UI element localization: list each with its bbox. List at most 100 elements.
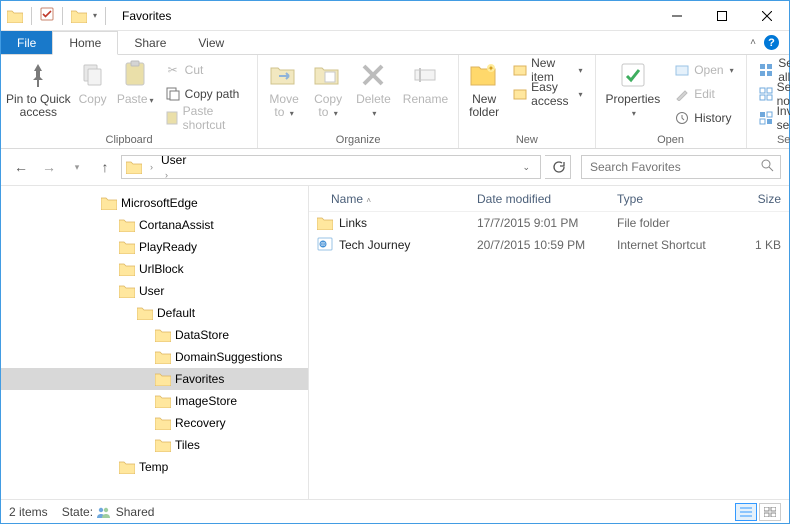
folder-icon xyxy=(155,328,171,342)
refresh-button[interactable] xyxy=(545,155,571,179)
tree-item[interactable]: Default xyxy=(1,302,308,324)
copy-path-button[interactable]: Copy path xyxy=(161,83,249,105)
folder-icon xyxy=(119,218,135,232)
tree-item[interactable]: MicrosoftEdge xyxy=(1,192,308,214)
ribbon-group-select: Select all Select none Invert selection … xyxy=(747,55,790,148)
column-size[interactable]: Size xyxy=(729,192,789,206)
easy-access-button[interactable]: Easy access▾ xyxy=(509,83,586,105)
folder-icon xyxy=(155,438,171,452)
up-button[interactable]: ↑ xyxy=(93,155,117,179)
tree-item[interactable]: Temp xyxy=(1,456,308,478)
select-all-icon xyxy=(759,62,775,78)
tree-item[interactable]: DomainSuggestions xyxy=(1,346,308,368)
tree-item[interactable]: Favorites xyxy=(1,368,308,390)
folder-icon xyxy=(101,196,117,210)
tree-item[interactable]: DataStore xyxy=(1,324,308,346)
shared-icon xyxy=(96,505,112,519)
ribbon-tabs: File Home Share View ˄ ? xyxy=(1,31,789,55)
search-icon xyxy=(761,159,774,175)
tree-item[interactable]: PlayReady xyxy=(1,236,308,258)
properties-button[interactable]: Properties▾ xyxy=(600,57,667,122)
new-item-button[interactable]: New item▾ xyxy=(509,59,586,81)
search-box[interactable] xyxy=(581,155,781,179)
select-none-icon xyxy=(759,86,773,102)
folder-icon xyxy=(155,372,171,386)
folder-icon xyxy=(155,350,171,364)
qat-properties-icon[interactable] xyxy=(40,7,54,24)
url-icon xyxy=(317,236,333,255)
select-none-button[interactable]: Select none xyxy=(755,83,790,105)
column-date[interactable]: Date modified xyxy=(469,192,609,206)
move-to-button[interactable]: Move to ▾ xyxy=(262,57,306,122)
scissors-icon: ✂ xyxy=(165,62,181,78)
tree-item-label: Favorites xyxy=(175,372,224,386)
column-type[interactable]: Type xyxy=(609,192,729,206)
column-name[interactable]: Name xyxy=(331,192,363,206)
select-all-button[interactable]: Select all xyxy=(755,59,790,81)
folder-icon xyxy=(7,9,23,23)
pin-to-quick-access-button[interactable]: Pin to Quick access xyxy=(5,57,72,121)
open-icon xyxy=(674,62,690,78)
tab-view[interactable]: View xyxy=(182,31,240,54)
address-dropdown-icon[interactable]: ⌄ xyxy=(516,162,536,173)
window-title: Favorites xyxy=(122,9,171,23)
cut-button[interactable]: ✂Cut xyxy=(161,59,249,81)
tab-home[interactable]: Home xyxy=(52,31,118,55)
tree-item-label: Tiles xyxy=(175,438,200,452)
file-list-pane: Name ˄ Date modified Type Size Links17/7… xyxy=(309,186,789,499)
copy-button[interactable]: Copy xyxy=(72,57,114,108)
details-view-button[interactable] xyxy=(735,503,757,521)
tree-item[interactable]: CortanaAssist xyxy=(1,214,308,236)
paste-button[interactable]: Paste▾ xyxy=(114,57,157,109)
quick-access-toolbar: ▾ Favorites xyxy=(1,7,171,25)
help-icon[interactable]: ? xyxy=(764,35,779,50)
tab-file[interactable]: File xyxy=(1,31,52,54)
maximize-button[interactable] xyxy=(699,1,744,30)
history-icon xyxy=(674,110,690,126)
rename-button[interactable]: Rename xyxy=(397,57,454,108)
tab-share[interactable]: Share xyxy=(118,31,182,54)
open-button[interactable]: Open▾ xyxy=(670,59,737,81)
file-row[interactable]: Links17/7/2015 9:01 PMFile folder xyxy=(309,212,789,234)
tree-item[interactable]: User xyxy=(1,280,308,302)
copy-to-button[interactable]: Copy to ▾ xyxy=(306,57,350,122)
minimize-button[interactable] xyxy=(654,1,699,30)
folder-icon xyxy=(126,160,142,174)
folder-icon xyxy=(155,416,171,430)
close-button[interactable] xyxy=(744,1,789,30)
qat-dropdown-icon[interactable]: ▾ xyxy=(93,11,97,20)
large-icons-view-button[interactable] xyxy=(759,503,781,521)
tree-item[interactable]: Tiles xyxy=(1,434,308,456)
address-bar[interactable]: › AC›MicrosoftEdge›User›Default›Favorite… xyxy=(121,155,541,179)
file-row[interactable]: Tech Journey20/7/2015 10:59 PMInternet S… xyxy=(309,234,789,256)
recent-locations-button[interactable]: ▾ xyxy=(65,155,89,179)
item-count: 2 items xyxy=(9,505,48,519)
folder-icon xyxy=(137,306,153,320)
forward-button[interactable]: → xyxy=(37,155,61,179)
invert-selection-button[interactable]: Invert selection xyxy=(755,107,790,129)
collapse-ribbon-icon[interactable]: ˄ xyxy=(750,37,756,48)
file-type: File folder xyxy=(609,216,729,230)
navigation-tree[interactable]: MicrosoftEdge CortanaAssistPlayReadyUrlBl… xyxy=(1,186,309,499)
tree-item[interactable]: UrlBlock xyxy=(1,258,308,280)
tree-item[interactable]: Recovery xyxy=(1,412,308,434)
paste-shortcut-button[interactable]: Paste shortcut xyxy=(161,107,249,129)
qat-newfolder-icon[interactable] xyxy=(71,9,87,23)
tree-item[interactable]: ImageStore xyxy=(1,390,308,412)
search-input[interactable] xyxy=(588,159,761,175)
back-button[interactable]: ← xyxy=(9,155,33,179)
tree-item-label: MicrosoftEdge xyxy=(121,196,198,210)
file-name: Tech Journey xyxy=(339,238,410,252)
edit-button[interactable]: Edit xyxy=(670,83,737,105)
chevron-right-icon[interactable]: › xyxy=(146,162,157,172)
ribbon: Pin to Quick access Copy Paste▾ ✂Cut Cop… xyxy=(1,55,789,149)
copy-path-icon xyxy=(165,86,181,102)
edit-icon xyxy=(674,86,690,102)
new-folder-button[interactable]: ✦ New folder xyxy=(463,57,505,121)
column-headers[interactable]: Name ˄ Date modified Type Size xyxy=(309,186,789,212)
breadcrumb-segment[interactable]: User xyxy=(161,155,238,167)
group-label-organize: Organize xyxy=(262,132,454,148)
history-button[interactable]: History xyxy=(670,107,737,129)
delete-button[interactable]: Delete▾ xyxy=(350,57,397,122)
chevron-right-icon[interactable]: › xyxy=(161,170,172,179)
